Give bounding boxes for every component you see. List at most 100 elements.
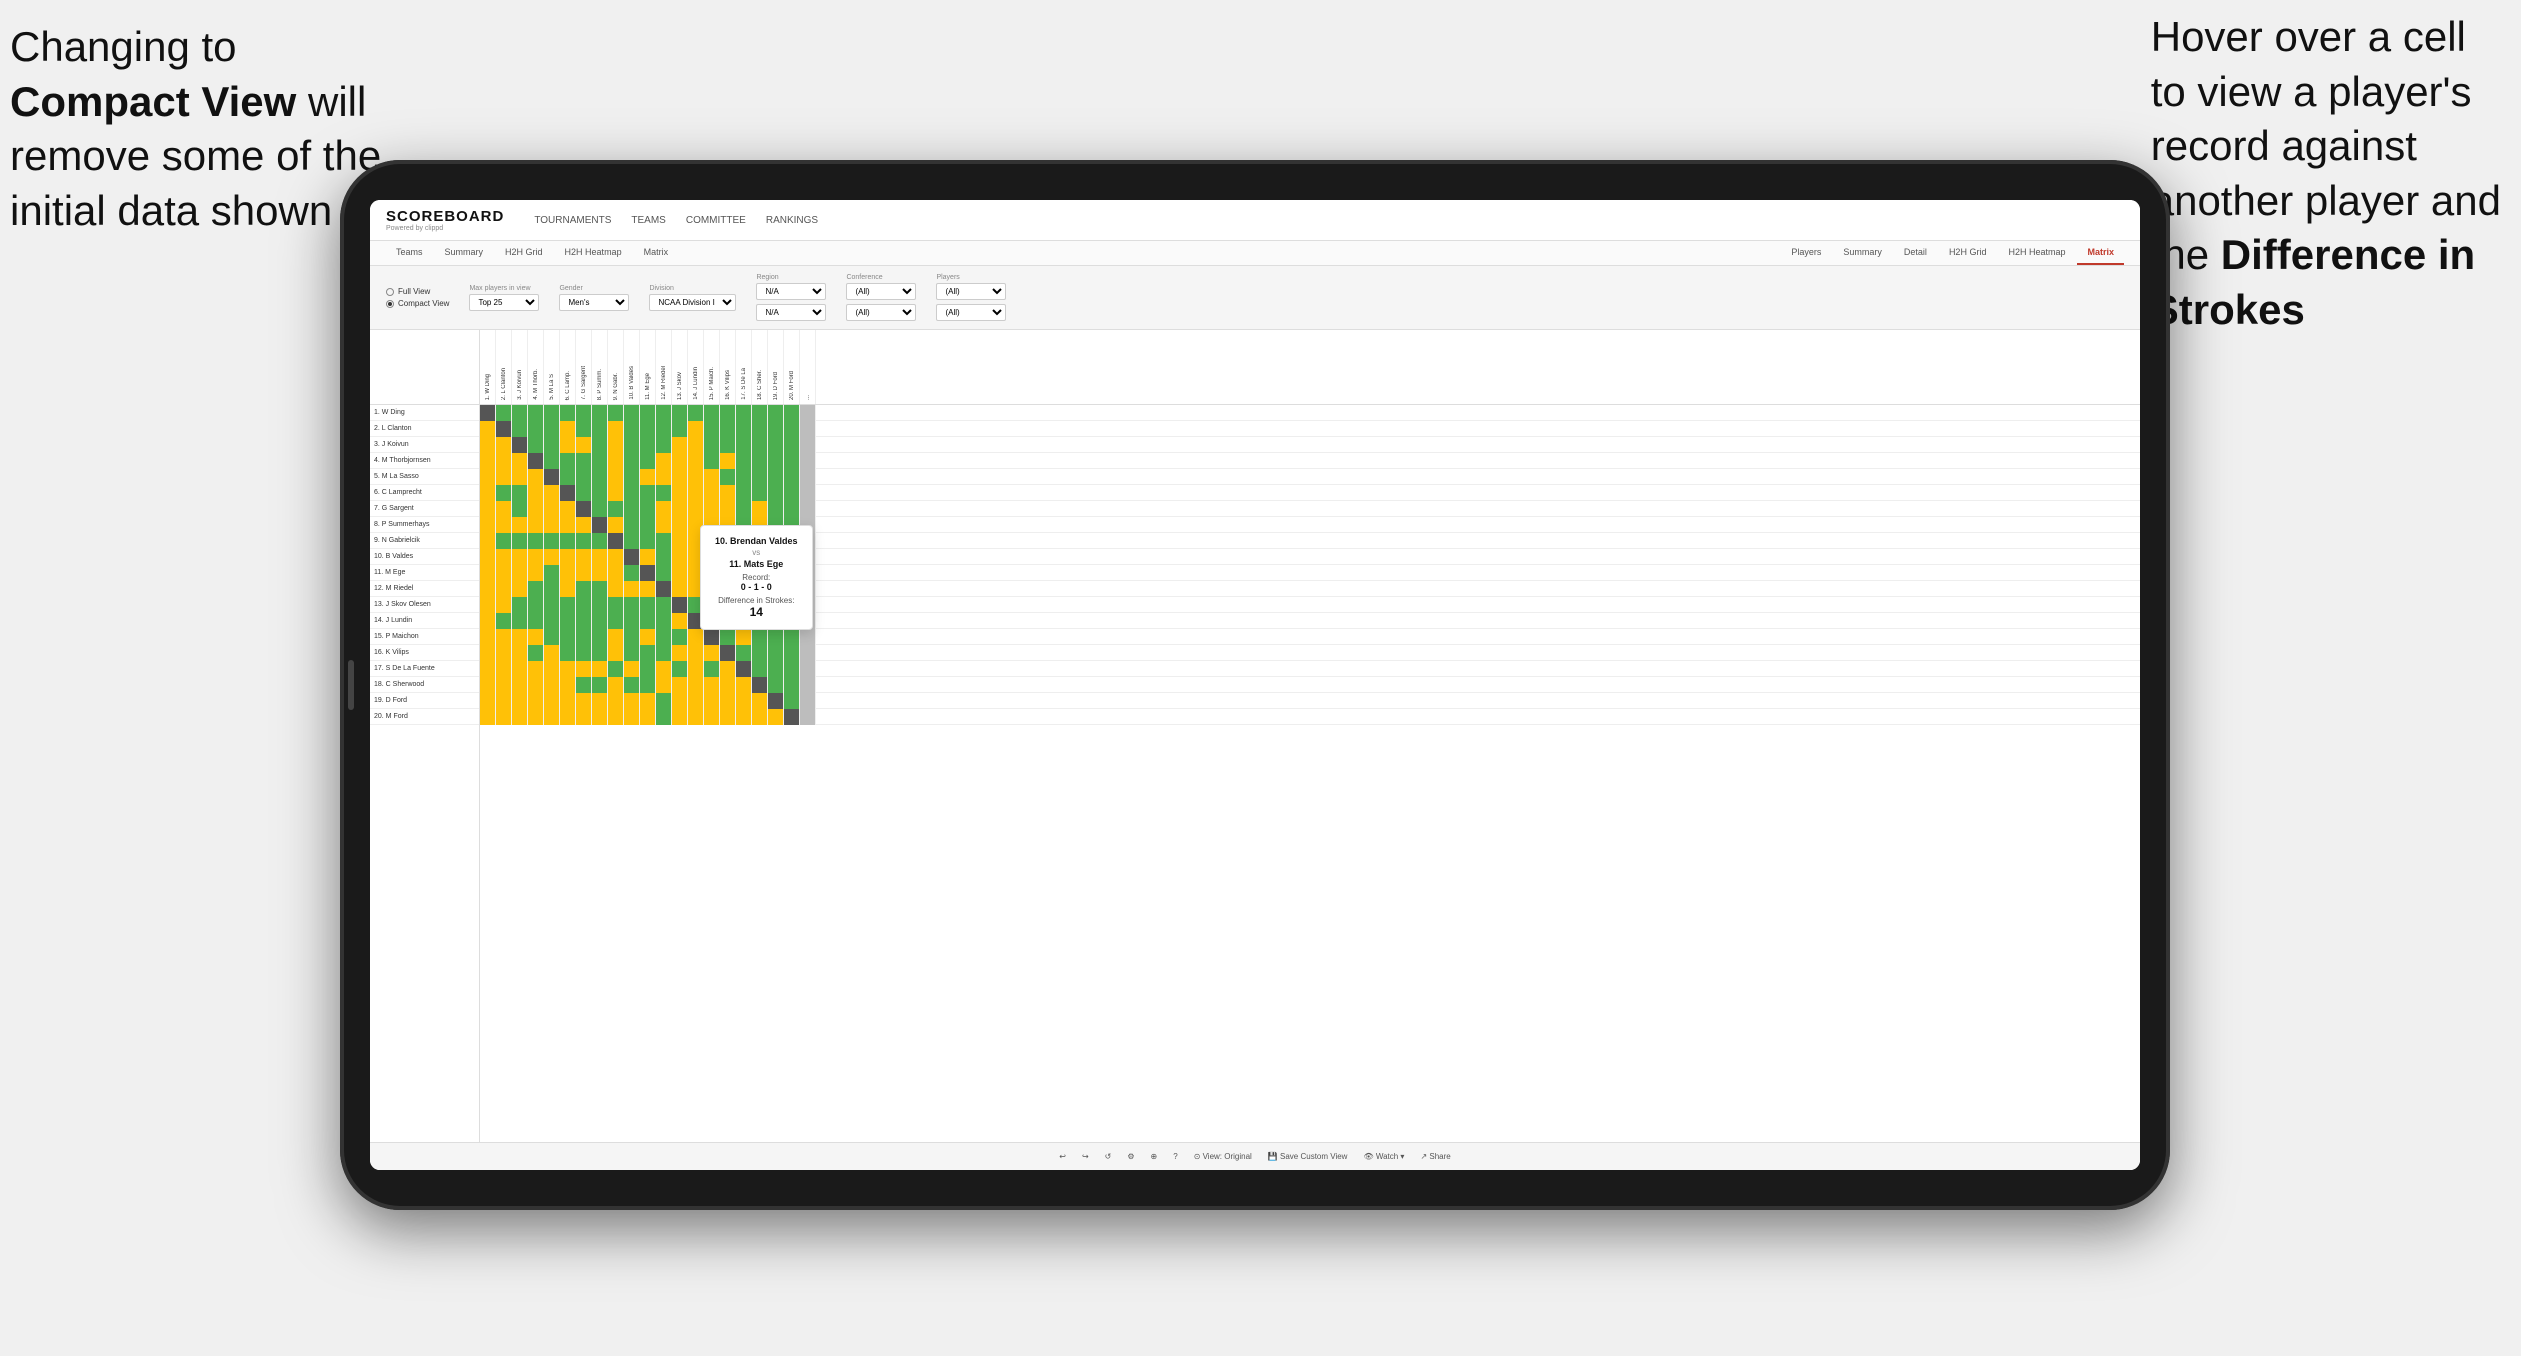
matrix-cell[interactable] [656,501,672,517]
matrix-cell[interactable] [592,693,608,709]
matrix-cell[interactable] [592,469,608,485]
matrix-cell[interactable] [624,629,640,645]
matrix-cell[interactable] [576,661,592,677]
matrix-cell[interactable] [688,693,704,709]
matrix-cell[interactable] [672,485,688,501]
matrix-cell[interactable] [784,421,800,437]
matrix-cell[interactable] [544,533,560,549]
matrix-cell[interactable] [560,517,576,533]
matrix-cell[interactable] [784,645,800,661]
matrix-cell[interactable] [512,517,528,533]
matrix-cell[interactable] [496,709,512,725]
matrix-cell[interactable] [608,565,624,581]
matrix-cell[interactable] [544,469,560,485]
matrix-cell[interactable] [624,501,640,517]
matrix-cell[interactable] [560,613,576,629]
matrix-cell[interactable] [656,517,672,533]
matrix-cell[interactable] [688,453,704,469]
matrix-cell[interactable] [656,533,672,549]
matrix-cell[interactable] [608,597,624,613]
conference-select[interactable]: (All) [846,283,916,300]
matrix-cell[interactable] [640,613,656,629]
matrix-cell[interactable] [480,565,496,581]
matrix-cell[interactable] [512,693,528,709]
matrix-cell[interactable] [768,485,784,501]
matrix-cell[interactable] [496,565,512,581]
matrix-cell[interactable] [480,645,496,661]
matrix-cell[interactable] [752,661,768,677]
matrix-cell[interactable] [720,661,736,677]
matrix-cell[interactable] [720,501,736,517]
matrix-cell[interactable] [576,405,592,421]
matrix-cell[interactable] [768,405,784,421]
matrix-cell[interactable] [480,597,496,613]
matrix-cell[interactable] [512,661,528,677]
matrix-cell[interactable] [800,501,816,517]
matrix-cell[interactable] [528,501,544,517]
matrix-cell[interactable] [544,581,560,597]
matrix-cell[interactable] [624,437,640,453]
matrix-cell[interactable] [736,469,752,485]
matrix-cell[interactable] [688,421,704,437]
matrix-cell[interactable] [528,693,544,709]
matrix-cell[interactable] [560,421,576,437]
matrix-cell[interactable] [560,581,576,597]
matrix-cell[interactable] [480,405,496,421]
matrix-cell[interactable] [544,661,560,677]
matrix-cell[interactable] [480,517,496,533]
matrix-cell[interactable] [640,453,656,469]
matrix-cell[interactable] [656,677,672,693]
matrix-cell[interactable] [640,469,656,485]
matrix-cell[interactable] [624,405,640,421]
matrix-grid-scroll[interactable]: 1. W Ding2. L Clanton3. J Koivun4. M Tho… [480,330,2140,1142]
matrix-cell[interactable] [544,629,560,645]
matrix-cell[interactable] [560,533,576,549]
matrix-cell[interactable] [640,629,656,645]
matrix-cell[interactable] [672,677,688,693]
matrix-cell[interactable] [528,421,544,437]
matrix-cell[interactable] [784,485,800,501]
matrix-cell[interactable] [608,709,624,725]
matrix-cell[interactable] [704,405,720,421]
matrix-cell[interactable] [784,677,800,693]
matrix-cell[interactable] [624,549,640,565]
matrix-cell[interactable] [688,677,704,693]
matrix-cell[interactable] [720,485,736,501]
matrix-cell[interactable] [560,485,576,501]
matrix-cell[interactable] [592,565,608,581]
matrix-cell[interactable] [736,645,752,661]
matrix-cell[interactable] [512,597,528,613]
nav-teams[interactable]: TEAMS [631,211,665,230]
matrix-cell[interactable] [688,469,704,485]
matrix-cell[interactable] [784,469,800,485]
matrix-cell[interactable] [560,597,576,613]
matrix-cell[interactable] [656,693,672,709]
matrix-cell[interactable] [704,501,720,517]
matrix-cell[interactable] [544,405,560,421]
matrix-cell[interactable] [496,453,512,469]
matrix-cell[interactable] [672,437,688,453]
matrix-cell[interactable] [640,485,656,501]
matrix-cell[interactable] [608,693,624,709]
matrix-cell[interactable] [560,405,576,421]
matrix-cell[interactable] [496,677,512,693]
matrix-cell[interactable] [592,533,608,549]
matrix-cell[interactable] [512,437,528,453]
matrix-cell[interactable] [736,629,752,645]
matrix-cell[interactable] [544,645,560,661]
matrix-cell[interactable] [576,469,592,485]
matrix-cell[interactable] [480,501,496,517]
matrix-cell[interactable] [496,581,512,597]
matrix-cell[interactable] [656,645,672,661]
matrix-cell[interactable] [576,693,592,709]
matrix-cell[interactable] [496,597,512,613]
matrix-cell[interactable] [512,629,528,645]
matrix-cell[interactable] [768,453,784,469]
watch-btn[interactable]: 👁 Watch ▾ [1363,1152,1404,1161]
matrix-cell[interactable] [720,677,736,693]
matrix-cell[interactable] [576,501,592,517]
matrix-cell[interactable] [560,453,576,469]
nav-committee[interactable]: COMMITTEE [686,211,746,230]
matrix-cell[interactable] [544,597,560,613]
matrix-cell[interactable] [592,661,608,677]
